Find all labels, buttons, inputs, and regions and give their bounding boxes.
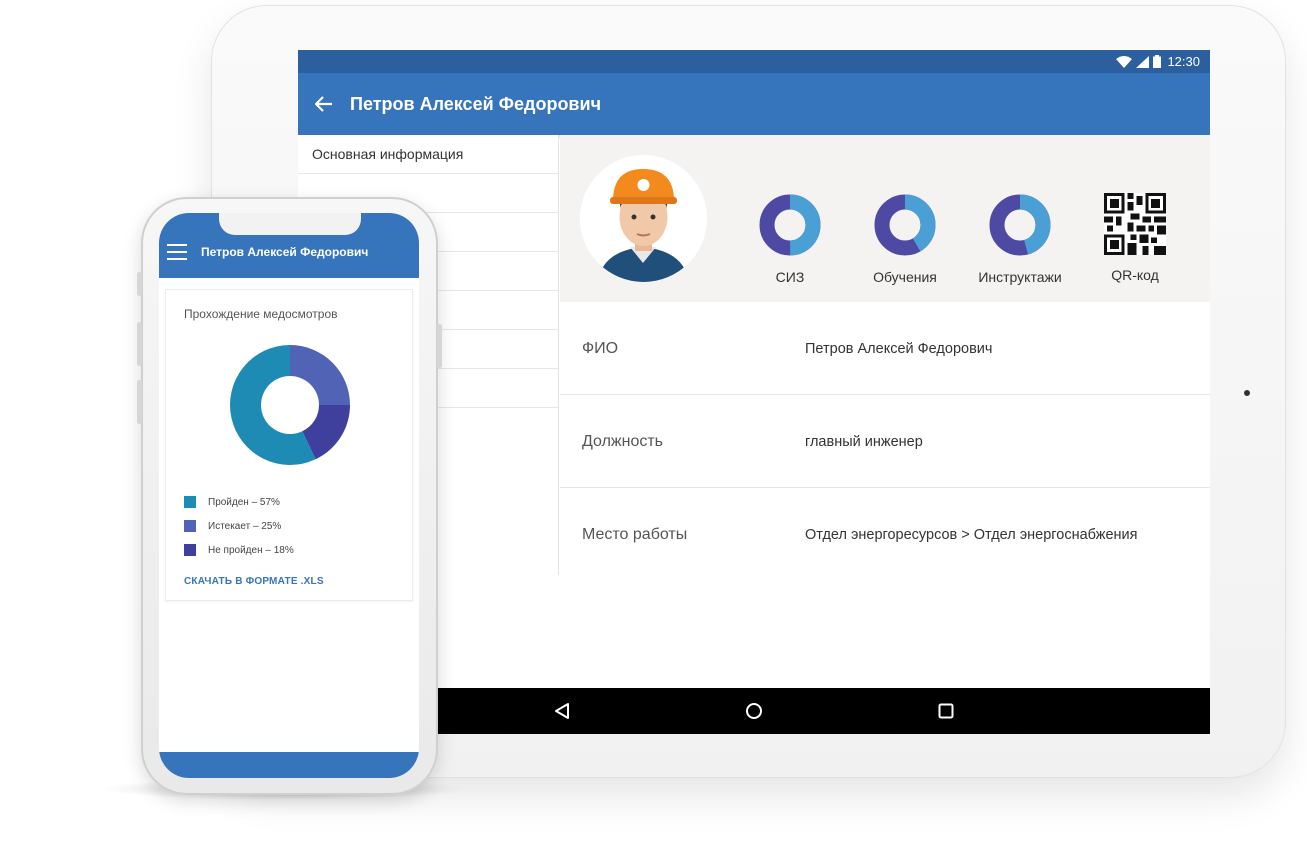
status-time: 12:30 — [1167, 54, 1200, 69]
home-circle-icon — [746, 703, 762, 719]
info-row-position: Должность главный инженер — [560, 395, 1210, 488]
siz-donut-icon — [759, 194, 821, 256]
recents-square-icon — [938, 703, 954, 719]
legend-swatch — [184, 520, 196, 532]
nav-recents-button[interactable] — [930, 695, 962, 727]
legend-item: Истекает – 25% — [184, 514, 294, 538]
sidebar-item-main-info[interactable]: Основная информация — [298, 135, 558, 174]
legend-item: Не пройден – 18% — [184, 538, 294, 562]
phone-volume-up — [137, 322, 142, 366]
signal-icon — [1136, 55, 1150, 68]
back-button[interactable] — [298, 73, 350, 135]
medical-exam-card: Прохождение медосмотров Пройден – 57% Ис… — [165, 289, 413, 601]
chart-legend: Пройден – 57% Истекает – 25% Не пройден … — [184, 490, 294, 562]
stat-label: Обучения — [873, 269, 937, 285]
info-value: Отдел энергоресурсов > Отдел энергоснабж… — [805, 526, 1138, 543]
stat-qr[interactable]: QR-код — [1075, 193, 1195, 283]
info-row-name: ФИО Петров Алексей Федорович — [560, 302, 1210, 395]
legend-swatch — [184, 544, 196, 556]
briefings-donut-icon — [989, 194, 1051, 256]
phone-app-bar: Петров Алексей Федорович — [159, 213, 419, 278]
legend-item: Пройден – 57% — [184, 490, 294, 514]
stat-siz[interactable]: СИЗ — [730, 193, 850, 285]
info-label: Должность — [582, 432, 663, 450]
phone-mute-switch — [137, 272, 142, 296]
phone-page-title: Петров Алексей Федорович — [201, 244, 369, 259]
stat-label: СИЗ — [775, 269, 805, 285]
info-value: главный инженер — [805, 433, 923, 450]
medical-exam-donut-chart — [230, 345, 350, 465]
profile-header: СИЗ Обучения Инструктажи QR-код — [560, 135, 1210, 302]
download-xls-link[interactable]: СКАЧАТЬ В ФОРМАТЕ .XLS — [184, 576, 324, 587]
wifi-icon — [1116, 55, 1133, 68]
stat-label: Инструктажи — [978, 269, 1062, 285]
status-bar: 12:30 — [298, 50, 1210, 73]
info-row-workplace: Место работы Отдел энергоресурсов > Отде… — [560, 488, 1210, 581]
legend-swatch — [184, 496, 196, 508]
hamburger-icon[interactable] — [167, 243, 187, 260]
tablet-camera — [1244, 390, 1250, 396]
stat-training[interactable]: Обучения — [845, 193, 965, 285]
page-title: Петров Алексей Федорович — [350, 93, 602, 114]
nav-back-button[interactable] — [546, 695, 578, 727]
arrow-left-icon — [315, 96, 332, 112]
legend-label: Пройден – 57% — [208, 496, 280, 508]
donut-slice-2 — [290, 345, 350, 405]
info-label: Место работы — [582, 525, 688, 543]
card-title: Прохождение медосмотров — [184, 307, 338, 321]
legend-label: Не пройден – 18% — [208, 544, 294, 556]
info-value: Петров Алексей Федорович — [805, 340, 993, 357]
phone-bottom-bar — [159, 752, 419, 778]
phone-volume-down — [137, 380, 142, 424]
legend-label: Истекает – 25% — [208, 520, 282, 532]
stat-briefings[interactable]: Инструктажи — [960, 193, 1080, 285]
back-triangle-icon — [555, 703, 569, 719]
phone-screen: Петров Алексей Федорович Прохождение мед… — [159, 213, 419, 778]
stat-label: QR-код — [1111, 267, 1159, 283]
battery-icon — [1153, 55, 1162, 68]
info-label: ФИО — [582, 339, 619, 357]
device-mockup: 12:30 Петров Алексей Федорович Основная … — [0, 0, 1307, 852]
main-panel: СИЗ Обучения Инструктажи QR-код ФИО Петр… — [560, 135, 1210, 689]
nav-home-button[interactable] — [738, 695, 770, 727]
qr-code-icon — [1104, 193, 1166, 255]
worker-avatar-icon — [580, 155, 707, 282]
training-donut-icon — [874, 194, 936, 256]
phone-power-button — [437, 324, 442, 368]
avatar — [580, 155, 707, 282]
phone-notch — [219, 213, 361, 235]
app-bar: Петров Алексей Федорович — [298, 73, 1210, 135]
